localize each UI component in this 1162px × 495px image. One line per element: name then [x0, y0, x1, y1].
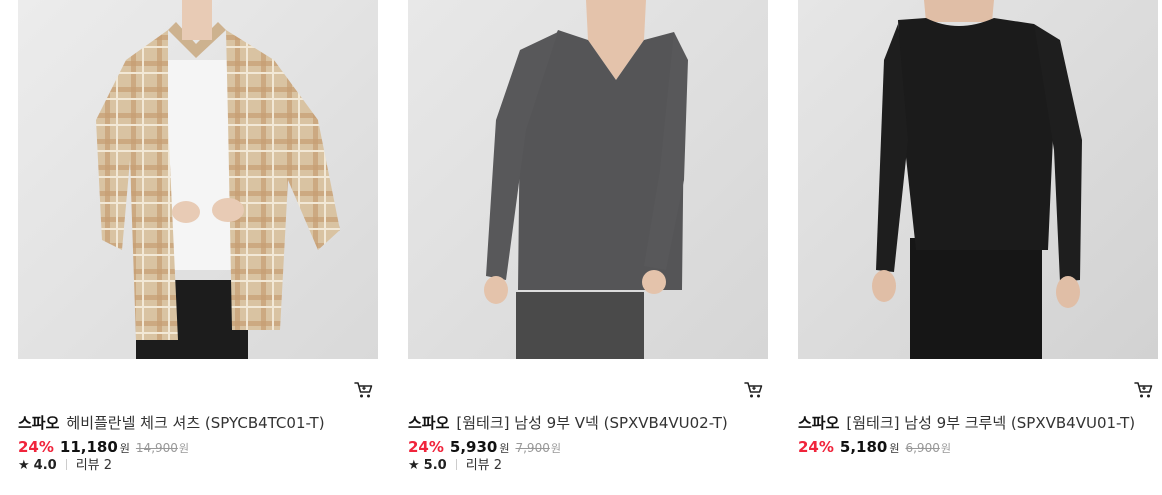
currency-unit: 원 — [119, 442, 130, 455]
original-currency-unit: 원 — [178, 442, 190, 455]
divider — [65, 459, 67, 470]
product-brand: 스파오 — [18, 414, 60, 432]
product-image[interactable] — [408, 0, 768, 359]
divider — [455, 459, 457, 470]
currency-unit: 원 — [499, 442, 510, 455]
original-price: 7,900 — [515, 441, 550, 455]
product-title[interactable]: 스파오 헤비플란넬 체크 셔츠 (SPYCB4TC01-T) — [18, 413, 325, 433]
product-name: 헤비플란넬 체크 셔츠 (SPYCB4TC01-T) — [66, 414, 325, 432]
sale-price: 11,180 — [59, 438, 118, 456]
product-brand: 스파오 — [408, 414, 450, 432]
product-name: [웜테크] 남성 9부 크루넥 (SPXVB4VU01-T) — [846, 414, 1136, 432]
rating-value: 5.0 — [423, 458, 447, 473]
review-label: 리뷰 — [75, 458, 100, 473]
price-row: 24% 11,180 원 14,900원 — [18, 437, 189, 459]
star-icon: ★ — [18, 458, 30, 473]
add-to-cart-button[interactable] — [744, 381, 764, 399]
sale-price: 5,180 — [839, 438, 888, 456]
product-name: [웜테크] 남성 9부 V넥 (SPXVB4VU02-T) — [456, 414, 728, 432]
original-currency-unit: 원 — [550, 442, 561, 455]
cart-icon — [354, 382, 373, 398]
review-count: 2 — [493, 458, 503, 473]
product-image[interactable] — [798, 0, 1158, 359]
product-title[interactable]: 스파오 [웜테크] 남성 9부 V넥 (SPXVB4VU02-T) — [408, 413, 728, 433]
rating-row: ★ 4.0 리뷰 2 — [18, 457, 112, 475]
original-price: 6,900 — [905, 441, 940, 455]
discount-rate: 24% — [798, 438, 834, 456]
price-row: 24% 5,930 원 7,900원 — [408, 437, 561, 459]
star-icon: ★ — [408, 458, 420, 473]
add-to-cart-button[interactable] — [354, 381, 374, 399]
cart-icon — [744, 382, 763, 398]
add-to-cart-button[interactable] — [1134, 381, 1154, 399]
product-card[interactable]: 스파오 [웜테크] 남성 9부 크루넥 (SPXVB4VU01-T) 24% 5,1… — [798, 0, 1158, 456]
currency-unit: 원 — [889, 442, 900, 455]
product-title[interactable]: 스파오 [웜테크] 남성 9부 크루넥 (SPXVB4VU01-T) — [798, 413, 1135, 433]
product-brand: 스파오 — [798, 414, 840, 432]
sale-price: 5,930 — [449, 438, 498, 456]
cart-icon — [1134, 382, 1153, 398]
rating-value: 4.0 — [33, 458, 57, 473]
product-grid: 스파오 헤비플란넬 체크 셔츠 (SPYCB4TC01-T) 24% 11,180 원… — [0, 0, 1162, 495]
product-card[interactable]: 스파오 헤비플란넬 체크 셔츠 (SPYCB4TC01-T) 24% 11,180 원… — [18, 0, 378, 473]
discount-rate: 24% — [408, 438, 444, 456]
product-card[interactable]: 스파오 [웜테크] 남성 9부 V넥 (SPXVB4VU02-T) 24% 5,93… — [408, 0, 768, 473]
product-image[interactable] — [18, 0, 378, 359]
original-price: 14,900 — [135, 441, 178, 455]
rating-row: ★ 5.0 리뷰 2 — [408, 457, 502, 475]
original-currency-unit: 원 — [940, 442, 951, 455]
discount-rate: 24% — [18, 438, 54, 456]
review-count: 2 — [103, 458, 113, 473]
price-row: 24% 5,180 원 6,900원 — [798, 437, 951, 459]
review-label: 리뷰 — [465, 458, 490, 473]
